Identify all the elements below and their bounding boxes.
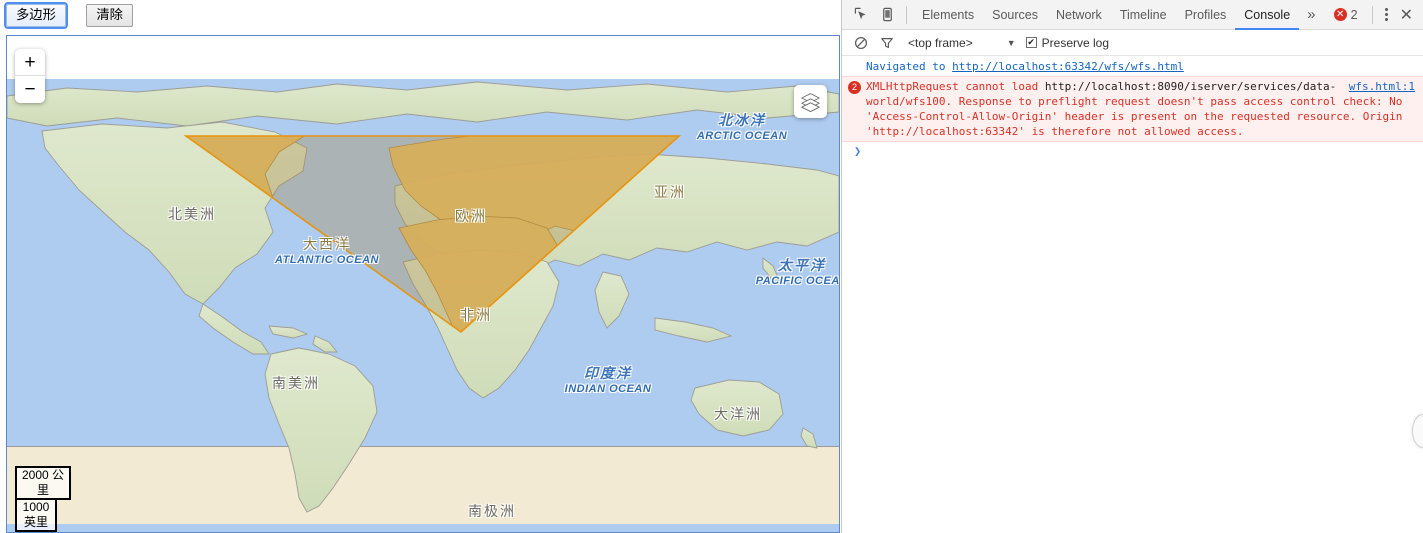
preserve-log-label: Preserve log bbox=[1041, 35, 1110, 50]
error-url-part: http://localhost:8090/iserver/services/d… bbox=[1044, 80, 1337, 93]
error-circle-icon: 2 bbox=[848, 81, 861, 94]
error-count-label: 2 bbox=[1350, 7, 1358, 22]
chevron-down-icon: ▼ bbox=[1006, 37, 1016, 48]
devtools-panel: Elements Sources Network Timeline Profil… bbox=[841, 0, 1423, 533]
kebab-dot bbox=[1384, 8, 1388, 11]
tab-sources[interactable]: Sources bbox=[983, 0, 1047, 30]
draw-polygon-button[interactable]: 多边形 bbox=[4, 2, 68, 29]
scale-kilometers: 2000 公里 bbox=[15, 466, 71, 500]
console-message-error: 2 wfs.html:1 XMLHttpRequest cannot load … bbox=[842, 76, 1423, 142]
toolbar-divider-right bbox=[1371, 5, 1373, 24]
toolbar-divider bbox=[906, 5, 907, 24]
close-devtools-button[interactable]: ✕ bbox=[1394, 5, 1419, 25]
web-page-pane: 多边形 清除 北冰洋 ARCTIC OCEAN 亚洲 北美洲 欧洲 大西洋 AT… bbox=[0, 0, 841, 533]
scale-miles: 1000 英里 bbox=[15, 500, 57, 532]
landmass-layer bbox=[7, 81, 839, 513]
tab-profiles[interactable]: Profiles bbox=[1176, 0, 1236, 30]
execution-context-selector[interactable]: <top frame> ▼ bbox=[908, 36, 1016, 50]
filter-funnel-icon bbox=[881, 37, 893, 48]
inspect-element-button[interactable] bbox=[848, 2, 874, 28]
tab-elements[interactable]: Elements bbox=[913, 0, 983, 30]
error-count-badge[interactable]: ✕ 2 bbox=[1333, 7, 1358, 22]
navigated-url-link[interactable]: http://localhost:63342/wfs/wfs.html bbox=[952, 60, 1184, 73]
tab-timeline[interactable]: Timeline bbox=[1111, 0, 1176, 30]
filter-button[interactable] bbox=[874, 30, 900, 56]
navigated-prefix: Navigated to bbox=[866, 60, 953, 73]
console-input-prompt[interactable]: ❯ bbox=[842, 142, 1423, 161]
devtools-menu-button[interactable] bbox=[1379, 4, 1394, 25]
devtools-tabbar: Elements Sources Network Timeline Profil… bbox=[842, 0, 1423, 30]
error-text-rest: world/wfs100. Response to preflight requ… bbox=[866, 95, 1403, 138]
execution-context-value: <top frame> bbox=[908, 35, 973, 50]
zoom-in-button[interactable]: + bbox=[15, 49, 45, 76]
clear-console-icon bbox=[854, 36, 868, 49]
error-source-link[interactable]: wfs.html:1 bbox=[1349, 79, 1415, 94]
tab-network[interactable]: Network bbox=[1047, 0, 1111, 30]
preserve-log-checkbox[interactable]: ✔ Preserve log bbox=[1025, 35, 1110, 50]
map-container[interactable]: 北冰洋 ARCTIC OCEAN 亚洲 北美洲 欧洲 大西洋 ATLANTIC … bbox=[6, 35, 840, 533]
layers-control-button[interactable] bbox=[794, 85, 827, 118]
map-canvas[interactable]: 北冰洋 ARCTIC OCEAN 亚洲 北美洲 欧洲 大西洋 ATLANTIC … bbox=[7, 36, 839, 532]
more-tabs-button[interactable]: » bbox=[1299, 4, 1323, 25]
console-output[interactable]: Navigated to http://localhost:63342/wfs/… bbox=[842, 57, 1423, 533]
console-message-navigated: Navigated to http://localhost:63342/wfs/… bbox=[842, 57, 1423, 76]
devtools-toolbar-right: ✕ 2 ✕ bbox=[1333, 4, 1423, 25]
error-circle-icon: ✕ bbox=[1333, 8, 1347, 21]
kebab-dot bbox=[1384, 13, 1388, 16]
checkbox-box: ✔ bbox=[1025, 37, 1037, 48]
tab-console[interactable]: Console bbox=[1235, 0, 1299, 30]
device-toolbar-icon bbox=[882, 7, 892, 22]
inspect-cursor-icon bbox=[854, 7, 866, 20]
console-filter-bar: <top frame> ▼ ✔ Preserve log bbox=[842, 30, 1423, 56]
error-text-part-1: XMLHttpRequest cannot load bbox=[866, 80, 1045, 93]
map-scale-bar: 2000 公里 1000 英里 bbox=[15, 466, 71, 532]
zoom-out-button[interactable]: − bbox=[15, 76, 45, 103]
app-root: 多边形 清除 北冰洋 ARCTIC OCEAN 亚洲 北美洲 欧洲 大西洋 AT… bbox=[0, 0, 1423, 533]
clear-button[interactable]: 清除 bbox=[86, 4, 133, 27]
layers-icon bbox=[801, 93, 820, 112]
map-zoom-control[interactable]: + − bbox=[15, 49, 45, 103]
toggle-device-toolbar-button[interactable] bbox=[874, 2, 900, 28]
page-toolbar: 多边形 清除 bbox=[0, 0, 841, 32]
kebab-dot bbox=[1384, 18, 1388, 21]
clear-console-button[interactable] bbox=[848, 30, 874, 56]
